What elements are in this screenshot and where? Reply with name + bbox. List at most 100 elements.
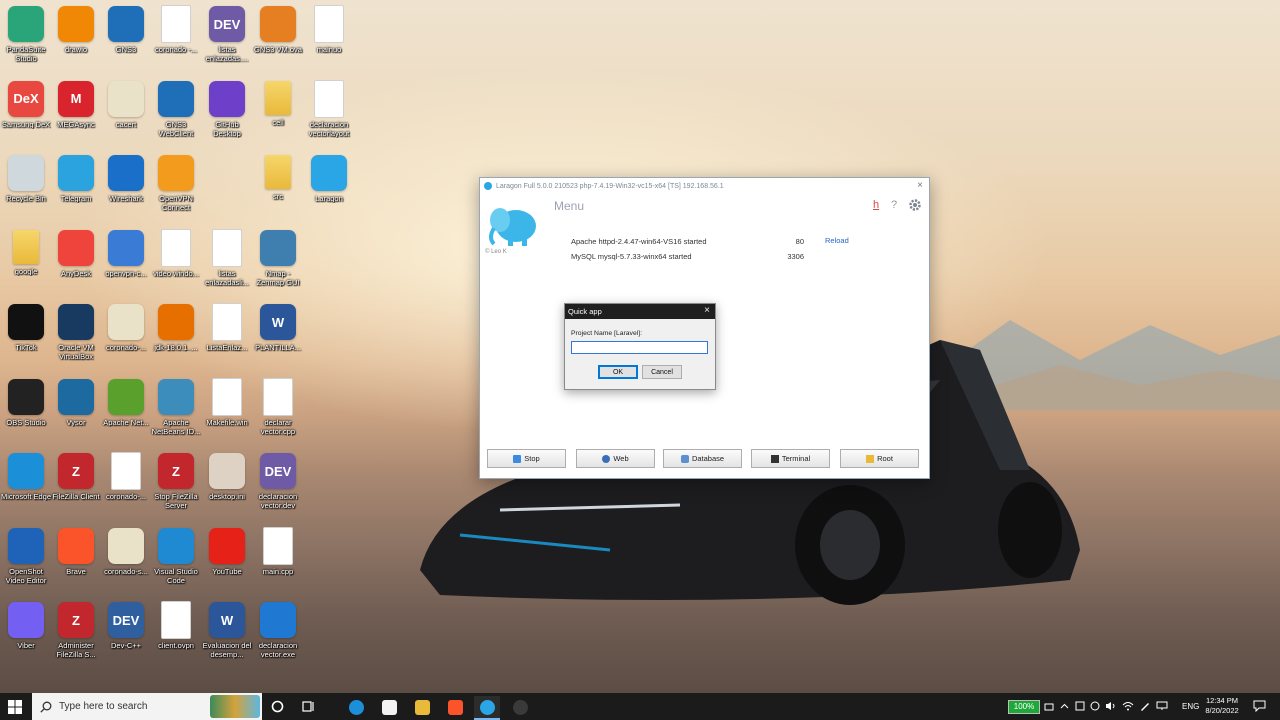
project-name-input[interactable]: [571, 341, 708, 354]
desktop-icon[interactable]: video windo...: [150, 229, 202, 278]
desktop-icon[interactable]: cacert: [100, 80, 152, 129]
web-button[interactable]: Web: [576, 449, 655, 468]
gear-icon[interactable]: [908, 198, 922, 212]
volume-icon[interactable]: [1105, 701, 1117, 711]
taskbar-app-obs[interactable]: [507, 696, 533, 718]
laragon-help-link[interactable]: ?: [891, 199, 897, 211]
desktop-icon[interactable]: GNS3: [100, 6, 152, 54]
desktop-icon[interactable]: Apache Net...: [100, 378, 152, 427]
quick-app-titlebar[interactable]: Quick app ×: [565, 304, 715, 319]
desktop-icon[interactable]: DEV declaracion vector.dev: [252, 453, 304, 510]
desktop-icon[interactable]: coronado-s...: [100, 527, 152, 576]
taskbar-app-edge[interactable]: [343, 696, 369, 718]
app-icon: [311, 155, 347, 191]
app-icon: [8, 378, 44, 415]
reload-link[interactable]: Reload: [825, 236, 849, 245]
cancel-button[interactable]: Cancel: [642, 365, 682, 379]
wifi-icon[interactable]: [1122, 701, 1134, 711]
desktop-icon[interactable]: GNS3 WebClient: [150, 80, 202, 138]
desktop-icon[interactable]: declarar vector.cpp: [252, 378, 304, 436]
desktop-icon[interactable]: cell: [252, 80, 304, 127]
desktop-icon[interactable]: Wireshark: [100, 155, 152, 203]
desktop-icon[interactable]: Z FileZilla Client: [50, 453, 102, 501]
desktop-icon[interactable]: OpenShot Video Editor: [0, 527, 52, 585]
desktop-icon[interactable]: DeX Samsung DeX: [0, 80, 52, 129]
desktop-icon[interactable]: DEV Dev-C++: [100, 602, 152, 650]
desktop-icon[interactable]: drawio: [50, 6, 102, 54]
desktop-icon[interactable]: src: [252, 155, 304, 201]
desktop-icon[interactable]: Telegram: [50, 155, 102, 203]
tray-app-icon[interactable]: [1075, 701, 1085, 711]
app-icon: [58, 229, 94, 266]
desktop-icon[interactable]: AnyDesk: [50, 229, 102, 278]
desktop-icon[interactable]: PandaSuite Studio: [0, 6, 52, 63]
laragon-menu-button[interactable]: Menu: [554, 199, 584, 213]
task-view-icon[interactable]: [302, 700, 316, 713]
desktop-icon[interactable]: ListaEnlaz...: [201, 304, 253, 352]
desktop-icon[interactable]: Brave: [50, 527, 102, 576]
desktop-icon[interactable]: Visual Studio Code: [150, 527, 202, 585]
pen-icon[interactable]: [1139, 701, 1151, 711]
desktop-icon[interactable]: mainuo: [303, 6, 355, 54]
desktop-icon[interactable]: client.ovpn: [150, 602, 202, 650]
taskbar-search-box[interactable]: Type here to search: [32, 693, 262, 720]
desktop-icon[interactable]: M MEGAsync: [50, 80, 102, 129]
desktop-icon[interactable]: jdk-18.0.1_...: [150, 304, 202, 352]
quick-app-close-icon[interactable]: ×: [704, 305, 710, 316]
desktop-icon[interactable]: Recycle Bin: [0, 155, 52, 203]
database-button[interactable]: Database: [663, 449, 742, 468]
language-indicator[interactable]: ENG: [1182, 693, 1199, 720]
desktop-icon[interactable]: TikTok: [0, 304, 52, 352]
desktop-icon[interactable]: coronado-...: [100, 453, 152, 501]
desktop-icon[interactable]: Microsoft Edge: [0, 453, 52, 501]
battery-indicator[interactable]: 100%: [1008, 700, 1040, 714]
app-icon: [260, 6, 296, 42]
notification-icon[interactable]: [1253, 700, 1266, 712]
laragon-close-icon[interactable]: ×: [917, 180, 923, 191]
taskbar-app-store[interactable]: [376, 696, 402, 718]
desktop-icon[interactable]: Z Stop FileZilla Server: [150, 453, 202, 510]
desktop-icon[interactable]: main.cpp: [252, 527, 304, 576]
app-icon: [58, 6, 94, 42]
desktop-icon[interactable]: declaracion vector.exe: [252, 602, 304, 659]
desktop-icon[interactable]: coronado-...: [100, 304, 152, 352]
desktop-icon[interactable]: DEV listas enlazadas....: [201, 6, 253, 63]
laragon-h-link[interactable]: h: [873, 199, 879, 211]
desktop-icon[interactable]: GitHub Desktop: [201, 80, 253, 138]
desktop-icon[interactable]: YouTube: [201, 527, 253, 576]
laragon-titlebar[interactable]: Laragon Full 5.0.0 210523 php-7.4.19-Win…: [480, 178, 929, 194]
taskbar-app-laragon[interactable]: [474, 696, 500, 720]
desktop-icon[interactable]: OpenVPN Connect: [150, 155, 202, 212]
terminal-button[interactable]: Terminal: [751, 449, 830, 468]
desktop-icon[interactable]: Nmap - Zenmap GUI: [252, 229, 304, 287]
desktop-icon[interactable]: W PLANTILLA...: [252, 304, 304, 352]
desktop-icon[interactable]: google: [0, 229, 52, 276]
root-button[interactable]: Root: [840, 449, 919, 468]
desktop-icon[interactable]: Vysor: [50, 378, 102, 427]
desktop-icon[interactable]: GNS3 VM.ova: [252, 6, 304, 54]
desktop-icon[interactable]: Oracle VM VirtualBox: [50, 304, 102, 361]
stop-button[interactable]: Stop: [487, 449, 566, 468]
desktop-icon[interactable]: desktop.ini: [201, 453, 253, 501]
desktop-icon[interactable]: Viber: [0, 602, 52, 650]
desktop-icon[interactable]: Laragon: [303, 155, 355, 203]
app-icon: [265, 80, 291, 115]
network-icon[interactable]: [1156, 701, 1168, 711]
chevron-up-icon[interactable]: [1060, 702, 1069, 711]
tray-app-icon-2[interactable]: [1090, 701, 1100, 711]
desktop-icon[interactable]: coronado -...: [150, 6, 202, 54]
windows-start-icon[interactable]: [8, 700, 22, 714]
desktop-icon[interactable]: Z Administer FileZilla S...: [50, 602, 102, 659]
taskbar-app-file-explorer[interactable]: [409, 696, 435, 718]
cortana-icon[interactable]: [271, 700, 284, 713]
desktop-icon[interactable]: Makefile.win: [201, 378, 253, 427]
desktop-icon[interactable]: listas enlazadasli...: [201, 229, 253, 287]
ok-button[interactable]: OK: [598, 365, 638, 379]
desktop-icon[interactable]: declaracion vectorlayout: [303, 80, 355, 138]
desktop-icon[interactable]: Apache NetBeans ID...: [150, 378, 202, 436]
taskbar-app-brave[interactable]: [442, 696, 468, 718]
desktop-icon[interactable]: openvpn-c...: [100, 229, 152, 278]
desktop-icon[interactable]: W Evaluacion del desemp...: [201, 602, 253, 659]
desktop-icon[interactable]: OBS Studio: [0, 378, 52, 427]
taskbar-clock[interactable]: 12:34 PM 8/20/2022: [1200, 696, 1244, 716]
